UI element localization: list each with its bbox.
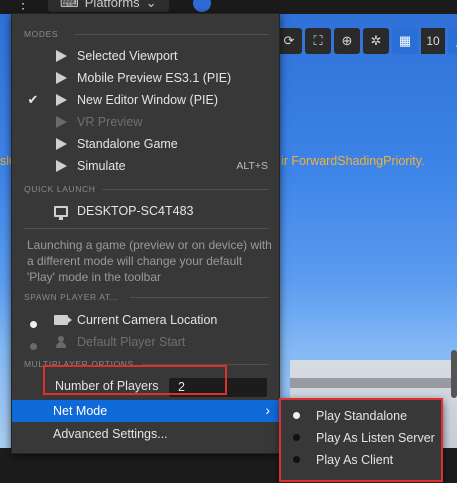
- quick-launch-header: QUICK LAUNCH: [24, 184, 96, 194]
- spawn-current-camera[interactable]: Current Camera Location: [12, 309, 279, 331]
- net-mode-client[interactable]: Play As Client: [281, 449, 442, 471]
- mode-mobile-preview[interactable]: Mobile Preview ES3.1 (PIE): [12, 67, 279, 89]
- maximize-icon[interactable]: ⛶: [305, 28, 331, 54]
- grid-size-value[interactable]: 10: [421, 28, 445, 54]
- modes-header: MODES: [24, 29, 59, 39]
- divider: [24, 228, 269, 229]
- mode-simulate[interactable]: Simulate ALT+S: [12, 155, 279, 177]
- mode-info-text: Launching a game (preview or on device) …: [27, 238, 272, 284]
- quick-launch-device[interactable]: DESKTOP-SC4T483: [12, 200, 279, 222]
- radio-unselected-icon: [293, 434, 300, 441]
- mode-vr-preview: VR Preview: [12, 111, 279, 133]
- net-mode-play-standalone[interactable]: Play Standalone: [281, 405, 442, 427]
- divider: [102, 189, 269, 190]
- viewport-toolbar: ⟳ ⛶ ⊕ ✲ ▦ 10 ◭: [276, 28, 457, 54]
- players-annotation-box: [43, 365, 227, 395]
- radio-selected-icon: [293, 412, 300, 419]
- viewport-scrollbar[interactable]: [451, 350, 457, 398]
- viewport-warning-right: ir ForwardShadingPriority.: [281, 154, 425, 168]
- monitor-icon: [54, 204, 68, 220]
- divider: [74, 34, 269, 35]
- divider: [130, 297, 269, 298]
- world-space-icon[interactable]: ⊕: [334, 28, 360, 54]
- play-icon: [54, 93, 68, 107]
- kebab-menu-icon[interactable]: ⋮: [16, 0, 36, 14]
- spawn-header: SPAWN PLAYER AT...: [24, 292, 119, 302]
- platforms-button[interactable]: ⌨ Platforms ⌄: [48, 0, 169, 12]
- camera-icon: [54, 313, 72, 327]
- radio-selected-icon: [26, 316, 40, 331]
- player-start-icon: [54, 335, 68, 349]
- play-icon: [54, 49, 68, 63]
- net-mode-item[interactable]: Net Mode ›: [12, 400, 279, 422]
- chevron-right-icon: ›: [265, 402, 270, 418]
- simulate-shortcut: ALT+S: [236, 160, 268, 172]
- radio-unselected-icon: [293, 456, 300, 463]
- net-mode-listen-server[interactable]: Play As Listen Server: [281, 427, 442, 449]
- net-mode-submenu: Play Standalone Play As Listen Server Pl…: [280, 399, 443, 483]
- play-icon: [54, 159, 68, 173]
- spawn-default-player-start: Default Player Start: [12, 331, 279, 353]
- checkmark-icon: ✔: [27, 92, 39, 107]
- mode-selected-viewport[interactable]: Selected Viewport: [12, 45, 279, 67]
- mode-standalone-game[interactable]: Standalone Game: [12, 133, 279, 155]
- floor-shadow: [290, 378, 457, 388]
- rotate-snap-icon[interactable]: ◭: [448, 28, 457, 54]
- play-icon: [54, 137, 68, 151]
- play-icon: [54, 115, 68, 129]
- platforms-label: Platforms: [84, 0, 140, 10]
- advanced-settings-item[interactable]: Advanced Settings...: [12, 423, 279, 445]
- mode-new-editor-window[interactable]: ✔ New Editor Window (PIE): [12, 89, 279, 111]
- play-icon: [54, 71, 68, 85]
- grid-snap-icon[interactable]: ▦: [392, 28, 418, 54]
- gamepad-icon: ⌨: [60, 0, 79, 10]
- radio-unselected-icon: [26, 338, 40, 353]
- surface-snap-icon[interactable]: ✲: [363, 28, 389, 54]
- chevron-down-icon: ⌄: [145, 0, 157, 10]
